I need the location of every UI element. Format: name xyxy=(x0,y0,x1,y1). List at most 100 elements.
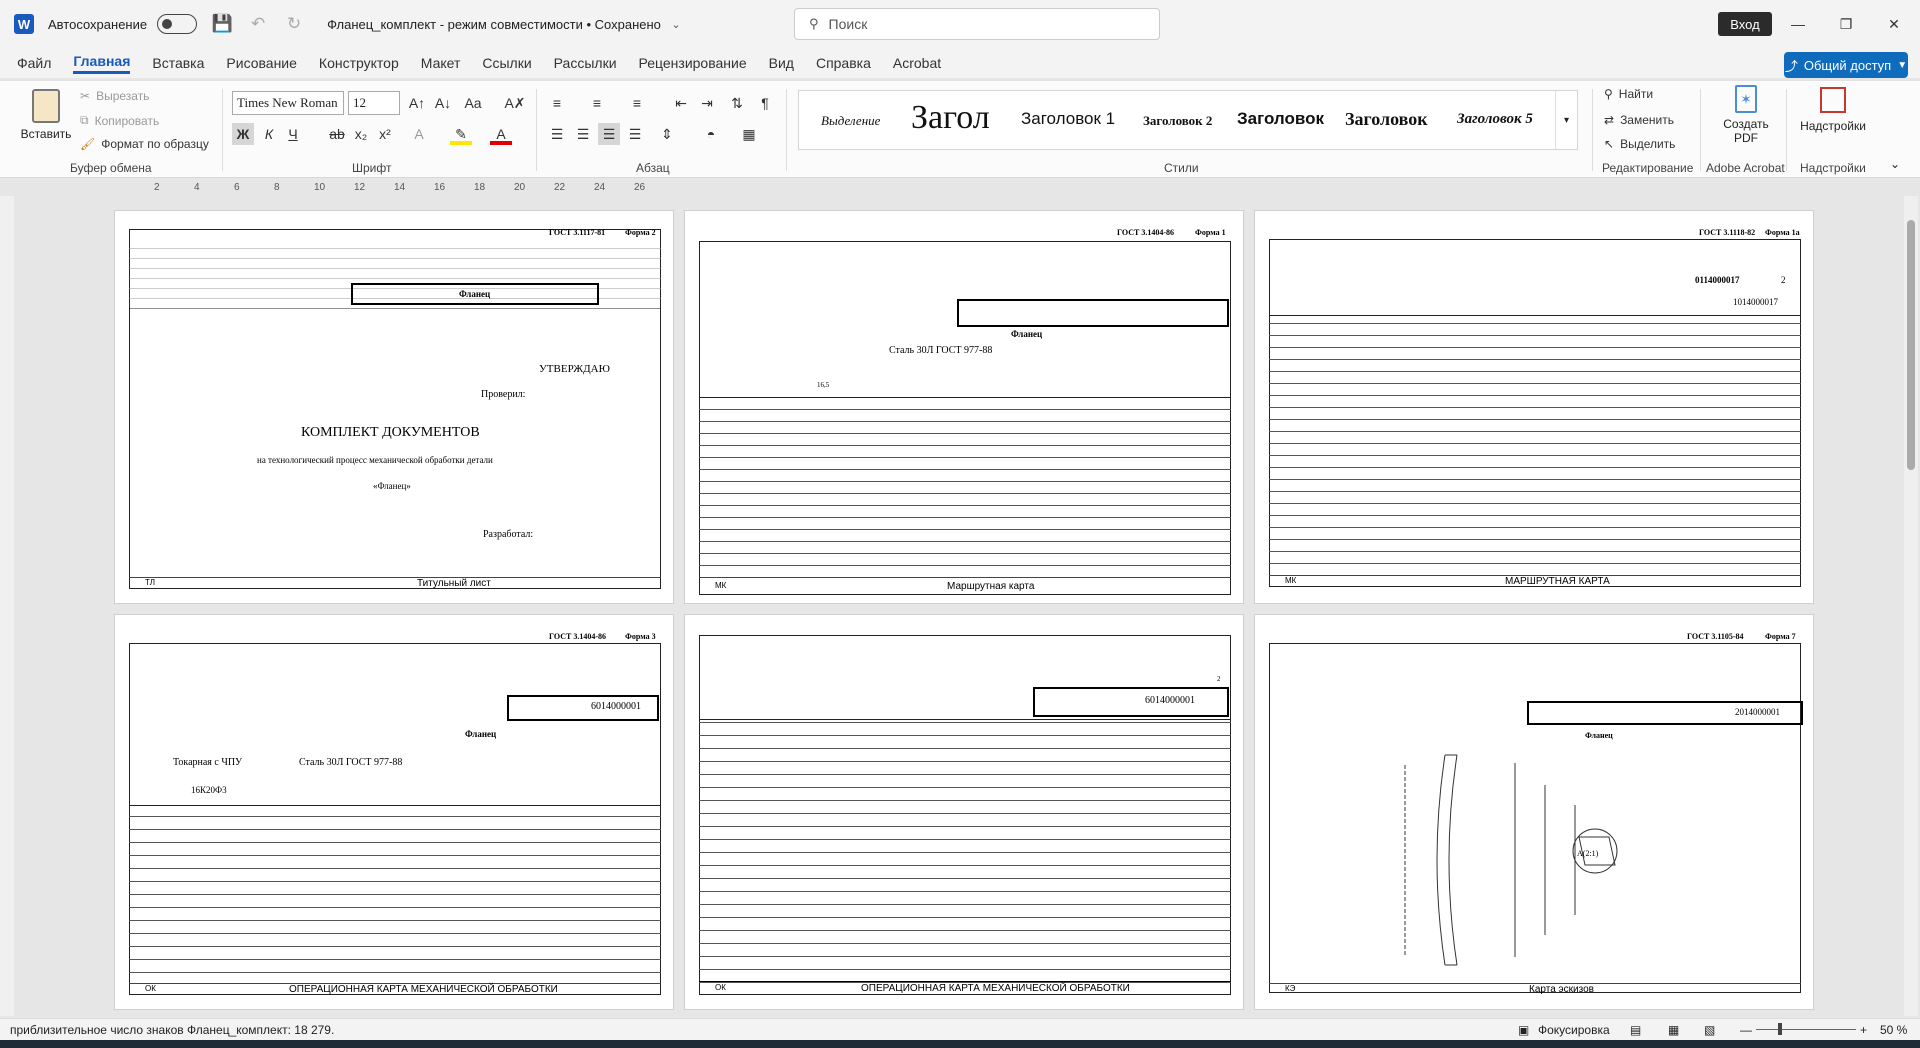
paste-button[interactable]: Вставить xyxy=(20,87,72,157)
share-button[interactable]: ⤴ Общий доступ ▼ xyxy=(1784,52,1908,78)
search-icon: ⚲ xyxy=(1604,87,1613,101)
tab-8[interactable]: Рецензирование xyxy=(639,55,747,71)
addins-button[interactable]: Надстройки xyxy=(1796,87,1870,147)
close-icon[interactable]: ✕ xyxy=(1882,12,1906,36)
zoom-in-icon[interactable]: + xyxy=(1860,1023,1867,1037)
page-route-card[interactable]: ГОСТ 3.1404-86 Форма 1 Фланец Сталь 30Л … xyxy=(684,210,1244,604)
sort-icon[interactable]: ⇅ xyxy=(726,92,748,114)
tab-4[interactable]: Конструктор xyxy=(319,55,399,71)
text-effects-icon[interactable]: A xyxy=(408,123,430,145)
zoom-out-icon[interactable]: — xyxy=(1740,1023,1752,1037)
minimize-icon[interactable]: — xyxy=(1786,12,1810,36)
zoom-slider-handle[interactable] xyxy=(1778,1023,1782,1035)
clear-formatting-icon[interactable]: A✗ xyxy=(504,92,526,114)
multilevel-list-icon[interactable]: ≡ xyxy=(626,92,648,114)
web-layout-icon[interactable]: ▧ xyxy=(1704,1023,1715,1037)
create-pdf-button[interactable]: ✶ Создать PDF xyxy=(1716,85,1776,155)
style-heading-5[interactable]: Заголовок 5 xyxy=(1457,111,1533,128)
horizontal-ruler[interactable]: 2 4 6 8 10 12 14 16 18 20 22 24 26 xyxy=(114,180,674,196)
align-center-icon[interactable]: ☰ xyxy=(572,123,594,145)
undo-icon[interactable]: ↶ xyxy=(247,13,269,35)
sheet-number: 2 xyxy=(1217,675,1221,683)
style-heading-1[interactable]: Заголовок 1 xyxy=(1021,109,1115,129)
styles-gallery[interactable]: Выделение Загол Заголовок 1 Заголовок 2 … xyxy=(798,90,1578,150)
cut-button[interactable]: ✂ Вырезать xyxy=(80,89,149,103)
align-left-icon[interactable]: ☰ xyxy=(546,123,568,145)
login-button[interactable]: Вход xyxy=(1718,12,1772,36)
line-spacing-icon[interactable]: ⇕ xyxy=(656,123,678,145)
redo-icon[interactable]: ↻ xyxy=(283,13,305,35)
search-input[interactable]: ⚲ Поиск xyxy=(794,8,1160,40)
page-title-sheet[interactable]: ГОСТ 3.1117-81 Форма 2 Фланец УТВЕРЖДАЮ … xyxy=(114,210,674,604)
print-layout-icon[interactable]: ▦ xyxy=(1668,1023,1679,1037)
font-size-select[interactable]: 12 xyxy=(348,91,400,115)
restore-icon[interactable]: ❐ xyxy=(1834,12,1858,36)
tab-0[interactable]: Файл xyxy=(17,55,51,71)
collapse-ribbon-icon[interactable]: ⌄ xyxy=(1890,157,1900,171)
page-route-card-1a[interactable]: ГОСТ 3.1118-82 Форма 1а 0114000017 2 101… xyxy=(1254,210,1814,604)
borders-icon[interactable]: ▦ xyxy=(738,123,760,145)
page-footer-title: ОПЕРАЦИОННАЯ КАРТА МЕХАНИЧЕСКОЙ ОБРАБОТК… xyxy=(861,983,1130,994)
word-count[interactable]: приблизительное число знаков Фланец_комп… xyxy=(10,1023,334,1037)
style-title[interactable]: Загол xyxy=(911,99,990,137)
pilcrow-icon[interactable]: ¶ xyxy=(754,92,776,114)
tab-9[interactable]: Вид xyxy=(769,55,794,71)
chevron-down-icon[interactable]: ⌄ xyxy=(665,13,687,35)
material-name: Сталь 30Л ГОСТ 977-88 xyxy=(889,345,993,356)
font-name-select[interactable]: Times New Roman xyxy=(232,91,344,115)
style-heading-3[interactable]: Заголовок 3 xyxy=(1237,109,1329,129)
numbering-icon[interactable]: ≡ xyxy=(586,92,608,114)
superscript-icon[interactable]: x² xyxy=(374,123,396,145)
save-icon[interactable]: 💾 xyxy=(211,13,233,35)
tab-5[interactable]: Макет xyxy=(421,55,461,71)
copy-button[interactable]: ⧉ Копировать xyxy=(80,113,159,128)
shrink-font-icon[interactable]: A↓ xyxy=(432,92,454,114)
tab-2[interactable]: Вставка xyxy=(152,55,204,71)
tab-7[interactable]: Рассылки xyxy=(554,55,617,71)
operation-table xyxy=(129,805,661,985)
document-title[interactable]: Фланец_комплект - режим совместимости • … xyxy=(327,17,661,32)
find-button[interactable]: ⚲ Найти xyxy=(1604,87,1653,101)
styles-more-icon[interactable]: ▾ xyxy=(1555,91,1577,149)
justify-icon[interactable]: ☰ xyxy=(624,123,646,145)
form-label: Форма 1 xyxy=(1195,228,1226,237)
page-operation-card[interactable]: ГОСТ 3.1404-86 Форма 3 6014000001 Фланец… xyxy=(114,614,674,1010)
highlight-icon[interactable]: ✎ xyxy=(450,123,472,145)
tab-10[interactable]: Справка xyxy=(816,55,871,71)
tab-6[interactable]: Ссылки xyxy=(482,55,531,71)
copy-label: Копировать xyxy=(94,113,160,128)
tab-11[interactable]: Acrobat xyxy=(893,55,941,71)
grow-font-icon[interactable]: A↑ xyxy=(406,92,428,114)
page-sketch-card[interactable]: ГОСТ 3.1105-84 Форма 7 2014000001 Фланец… xyxy=(1254,614,1814,1010)
bold-button[interactable]: Ж xyxy=(232,123,254,145)
increase-indent-icon[interactable]: ⇥ xyxy=(696,92,718,114)
focus-icon[interactable]: ▣ xyxy=(1518,1023,1529,1037)
font-color-icon[interactable]: A xyxy=(490,123,512,145)
style-emphasis[interactable]: Выделение xyxy=(821,113,880,129)
zoom-level[interactable]: 50 % xyxy=(1880,1023,1907,1037)
strikethrough-icon[interactable]: ab xyxy=(326,123,348,145)
bullets-icon[interactable]: ≡ xyxy=(546,92,568,114)
style-heading[interactable]: Заголовок xyxy=(1345,109,1428,130)
tab-1[interactable]: Главная xyxy=(73,53,131,74)
change-case-icon[interactable]: Aa xyxy=(462,92,484,114)
vertical-scrollbar[interactable] xyxy=(1904,196,1918,1016)
vertical-ruler[interactable] xyxy=(0,196,14,1016)
scrollbar-thumb[interactable] xyxy=(1907,220,1915,470)
subscript-icon[interactable]: x₂ xyxy=(350,123,372,145)
read-mode-icon[interactable]: ▤ xyxy=(1630,1023,1641,1037)
zoom-slider[interactable] xyxy=(1756,1029,1856,1030)
format-painter-button[interactable]: 🖌 Формат по образцу xyxy=(80,137,209,151)
tab-3[interactable]: Рисование xyxy=(226,55,297,71)
style-heading-2[interactable]: Заголовок 2 xyxy=(1143,113,1212,129)
replace-button[interactable]: ⇄ Заменить xyxy=(1604,113,1674,127)
page-operation-card-2[interactable]: 2 6014000001 ОК ОПЕРАЦИОННАЯ КАРТА МЕХАН… xyxy=(684,614,1244,1010)
select-button[interactable]: ↖ Выделить xyxy=(1604,137,1675,151)
underline-button[interactable]: Ч xyxy=(282,123,304,145)
shading-icon[interactable]: ◓ xyxy=(700,123,722,145)
decrease-indent-icon[interactable]: ⇤ xyxy=(670,92,692,114)
align-right-icon[interactable]: ☰ xyxy=(598,123,620,145)
focus-mode-button[interactable]: Фокусировка xyxy=(1538,1023,1610,1037)
autosave-toggle[interactable] xyxy=(157,14,198,34)
italic-button[interactable]: К xyxy=(258,123,280,145)
